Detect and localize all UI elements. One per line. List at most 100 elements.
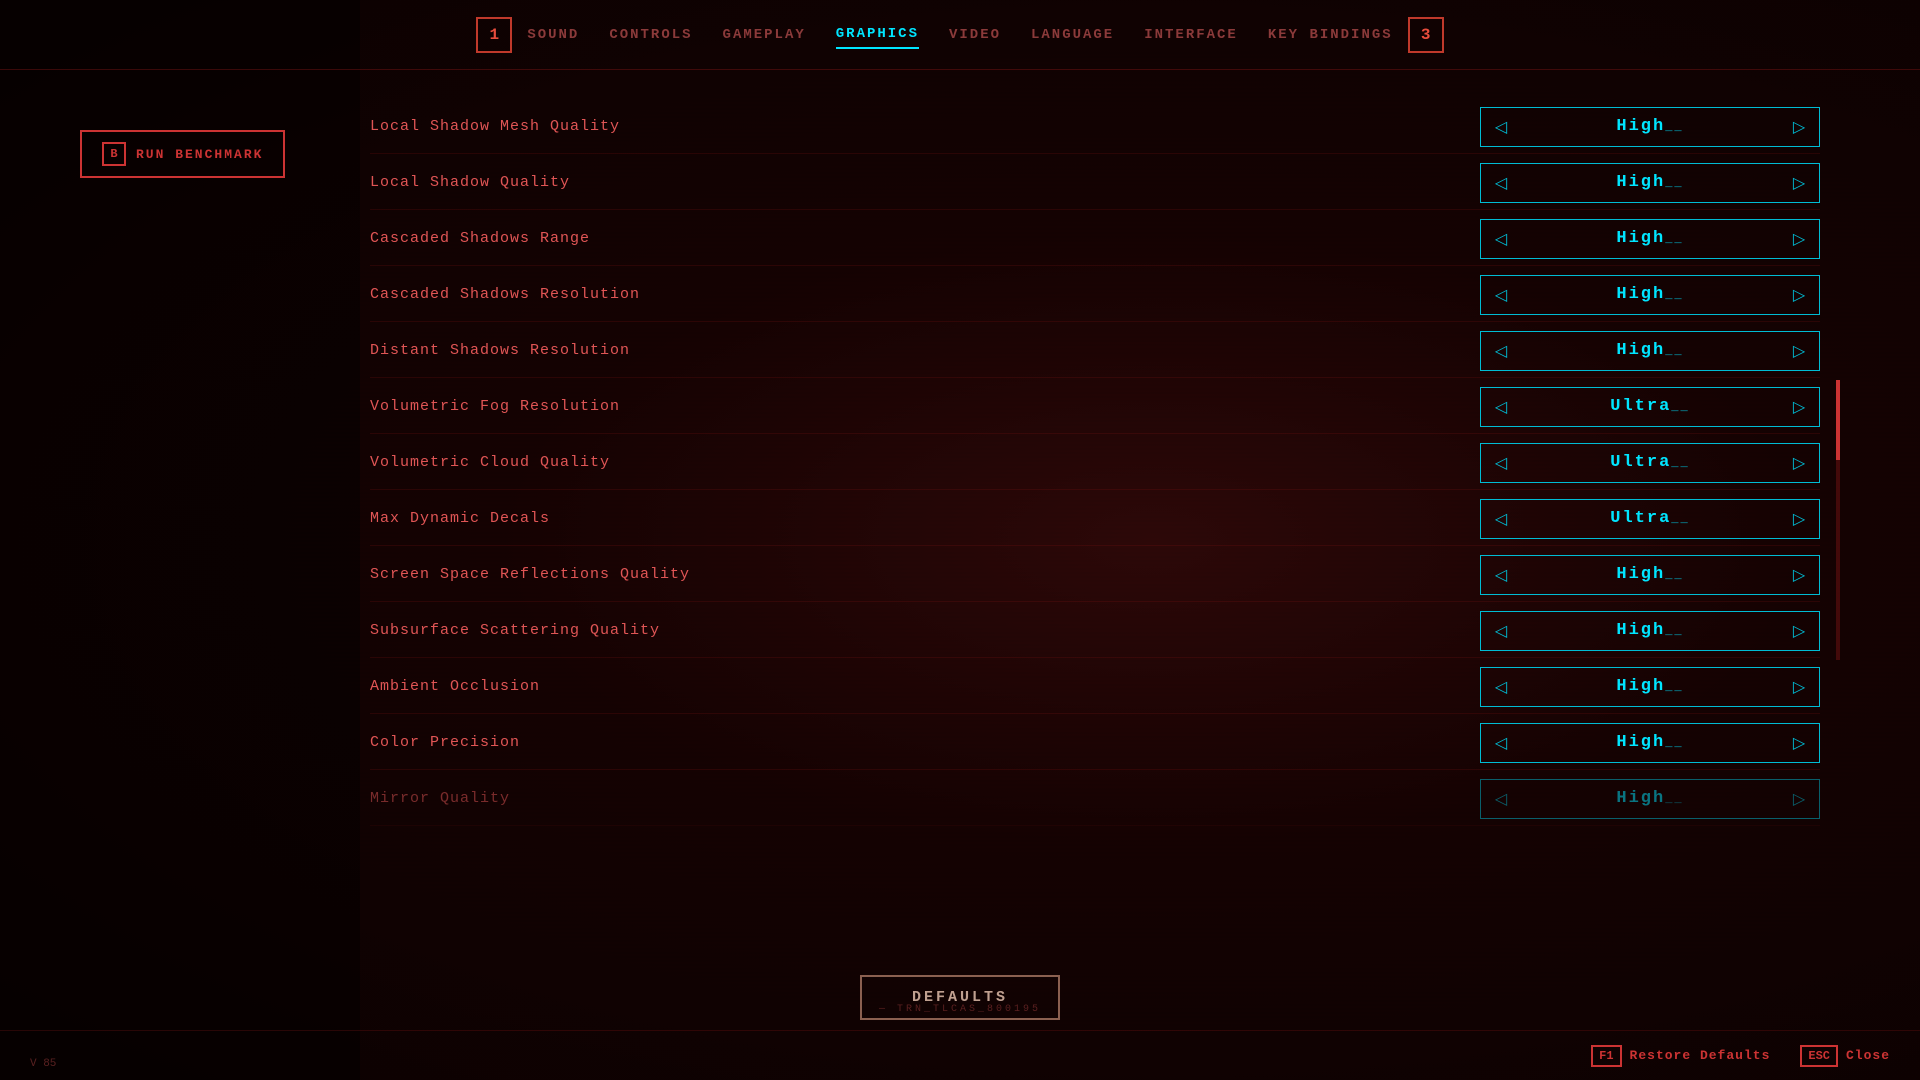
setting-row-cascaded-shadows-range: Cascaded Shadows Range ◁ High ▷ [370,212,1820,266]
setting-control-local-shadow-quality: ◁ High ▷ [1480,163,1820,203]
arrow-left-subsurface-scattering[interactable]: ◁ [1486,616,1516,646]
arrow-right-volumetric-fog[interactable]: ▷ [1784,392,1814,422]
setting-control-cascaded-shadows-resolution: ◁ High ▷ [1480,275,1820,315]
arrow-left-local-shadow-quality[interactable]: ◁ [1486,168,1516,198]
arrow-left-distant-shadows-resolution[interactable]: ◁ [1486,336,1516,366]
arrow-right-distant-shadows-resolution[interactable]: ▷ [1784,336,1814,366]
arrow-left-ambient-occlusion[interactable]: ◁ [1486,672,1516,702]
nav-badge-right: 3 [1408,17,1444,53]
scrollbar-thumb [1836,380,1840,460]
arrow-right-cascaded-shadows-resolution[interactable]: ▷ [1784,280,1814,310]
close-label: Close [1846,1048,1890,1063]
settings-list: Local Shadow Mesh Quality ◁ High ▷ Local… [370,100,1820,826]
setting-value-local-shadow-mesh: High [1516,117,1784,136]
setting-control-volumetric-fog: ◁ Ultra ▷ [1480,387,1820,427]
arrow-right-ambient-occlusion[interactable]: ▷ [1784,672,1814,702]
bottom-bar: F1 Restore Defaults ESC Close [0,1030,1920,1080]
setting-name-cascaded-shadows-range: Cascaded Shadows Range [370,230,1480,247]
setting-value-max-dynamic-decals: Ultra [1516,509,1784,528]
setting-row-local-shadow-quality: Local Shadow Quality ◁ High ▷ [370,156,1820,210]
arrow-left-volumetric-cloud[interactable]: ◁ [1486,448,1516,478]
setting-name-local-shadow-mesh: Local Shadow Mesh Quality [370,118,1480,135]
setting-name-subsurface-scattering: Subsurface Scattering Quality [370,622,1480,639]
setting-control-subsurface-scattering: ◁ High ▷ [1480,611,1820,651]
setting-row-volumetric-fog: Volumetric Fog Resolution ◁ Ultra ▷ [370,380,1820,434]
setting-control-distant-shadows-resolution: ◁ High ▷ [1480,331,1820,371]
setting-row-subsurface-scattering: Subsurface Scattering Quality ◁ High ▷ [370,604,1820,658]
arrow-right-volumetric-cloud[interactable]: ▷ [1784,448,1814,478]
setting-row-local-shadow-mesh: Local Shadow Mesh Quality ◁ High ▷ [370,100,1820,154]
setting-value-cascaded-shadows-range: High [1516,229,1784,248]
arrow-right-color-precision[interactable]: ▷ [1784,728,1814,758]
setting-row-distant-shadows-resolution: Distant Shadows Resolution ◁ High ▷ [370,324,1820,378]
setting-name-local-shadow-quality: Local Shadow Quality [370,174,1480,191]
tab-gameplay[interactable]: GAMEPLAY [723,22,806,48]
arrow-right-subsurface-scattering[interactable]: ▷ [1784,616,1814,646]
setting-name-volumetric-cloud: Volumetric Cloud Quality [370,454,1480,471]
scrollbar[interactable] [1836,380,1840,660]
arrow-left-cascaded-shadows-range[interactable]: ◁ [1486,224,1516,254]
setting-name-ambient-occlusion: Ambient Occlusion [370,678,1480,695]
arrow-right-local-shadow-quality[interactable]: ▷ [1784,168,1814,198]
setting-value-volumetric-fog: Ultra [1516,397,1784,416]
setting-name-max-dynamic-decals: Max Dynamic Decals [370,510,1480,527]
arrow-right-local-shadow-mesh[interactable]: ▷ [1784,112,1814,142]
nav-tabs: SOUND CONTROLS GAMEPLAY GRAPHICS VIDEO L… [527,21,1392,49]
setting-control-color-precision: ◁ High ▷ [1480,723,1820,763]
tab-graphics[interactable]: GRAPHICS [836,21,919,49]
setting-value-distant-shadows-resolution: High [1516,341,1784,360]
setting-row-cascaded-shadows-resolution: Cascaded Shadows Resolution ◁ High ▷ [370,268,1820,322]
nav-badge-left: 1 [476,17,512,53]
setting-row-screen-space-reflections: Screen Space Reflections Quality ◁ High … [370,548,1820,602]
arrow-right-mirror-quality[interactable]: ▷ [1784,784,1814,814]
arrow-left-volumetric-fog[interactable]: ◁ [1486,392,1516,422]
setting-value-local-shadow-quality: High [1516,173,1784,192]
arrow-left-color-precision[interactable]: ◁ [1486,728,1516,758]
arrow-left-local-shadow-mesh[interactable]: ◁ [1486,112,1516,142]
setting-control-ambient-occlusion: ◁ High ▷ [1480,667,1820,707]
restore-defaults-label: Restore Defaults [1630,1048,1771,1063]
run-benchmark-button[interactable]: B RUN BENCHMARK [80,130,285,178]
tab-keybindings[interactable]: KEY BINDINGS [1268,22,1393,48]
bottom-center-text: — TRN_TLCAS_800195 [879,1004,1041,1015]
setting-value-screen-space-reflections: High [1516,565,1784,584]
arrow-right-max-dynamic-decals[interactable]: ▷ [1784,504,1814,534]
benchmark-key: B [102,142,126,166]
setting-value-volumetric-cloud: Ultra [1516,453,1784,472]
tab-interface[interactable]: INTERFACE [1144,22,1238,48]
setting-value-cascaded-shadows-resolution: High [1516,285,1784,304]
setting-name-mirror-quality: Mirror Quality [370,790,1480,807]
restore-defaults-action[interactable]: F1 Restore Defaults [1591,1045,1770,1067]
tab-video[interactable]: VIDEO [949,22,1001,48]
setting-name-distant-shadows-resolution: Distant Shadows Resolution [370,342,1480,359]
setting-value-mirror-quality: High [1516,789,1784,808]
setting-value-color-precision: High [1516,733,1784,752]
setting-row-volumetric-cloud: Volumetric Cloud Quality ◁ Ultra ▷ [370,436,1820,490]
tab-language[interactable]: LANGUAGE [1031,22,1114,48]
arrow-left-max-dynamic-decals[interactable]: ◁ [1486,504,1516,534]
settings-container: Local Shadow Mesh Quality ◁ High ▷ Local… [370,100,1820,990]
arrow-left-screen-space-reflections[interactable]: ◁ [1486,560,1516,590]
setting-row-max-dynamic-decals: Max Dynamic Decals ◁ Ultra ▷ [370,492,1820,546]
close-action[interactable]: ESC Close [1800,1045,1890,1067]
setting-value-subsurface-scattering: High [1516,621,1784,640]
benchmark-label: RUN BENCHMARK [136,147,263,162]
setting-control-local-shadow-mesh: ◁ High ▷ [1480,107,1820,147]
setting-name-volumetric-fog: Volumetric Fog Resolution [370,398,1480,415]
setting-control-mirror-quality: ◁ High ▷ [1480,779,1820,819]
setting-row-mirror-quality: Mirror Quality ◁ High ▷ [370,772,1820,826]
tab-sound[interactable]: SOUND [527,22,579,48]
version-text: V 85 [30,1058,56,1070]
arrow-left-mirror-quality[interactable]: ◁ [1486,784,1516,814]
setting-row-color-precision: Color Precision ◁ High ▷ [370,716,1820,770]
setting-control-volumetric-cloud: ◁ Ultra ▷ [1480,443,1820,483]
arrow-right-cascaded-shadows-range[interactable]: ▷ [1784,224,1814,254]
arrow-right-screen-space-reflections[interactable]: ▷ [1784,560,1814,590]
esc-key-badge: ESC [1800,1045,1838,1067]
arrow-left-cascaded-shadows-resolution[interactable]: ◁ [1486,280,1516,310]
setting-value-ambient-occlusion: High [1516,677,1784,696]
tab-controls[interactable]: CONTROLS [609,22,692,48]
setting-name-cascaded-shadows-resolution: Cascaded Shadows Resolution [370,286,1480,303]
setting-control-max-dynamic-decals: ◁ Ultra ▷ [1480,499,1820,539]
setting-name-screen-space-reflections: Screen Space Reflections Quality [370,566,1480,583]
